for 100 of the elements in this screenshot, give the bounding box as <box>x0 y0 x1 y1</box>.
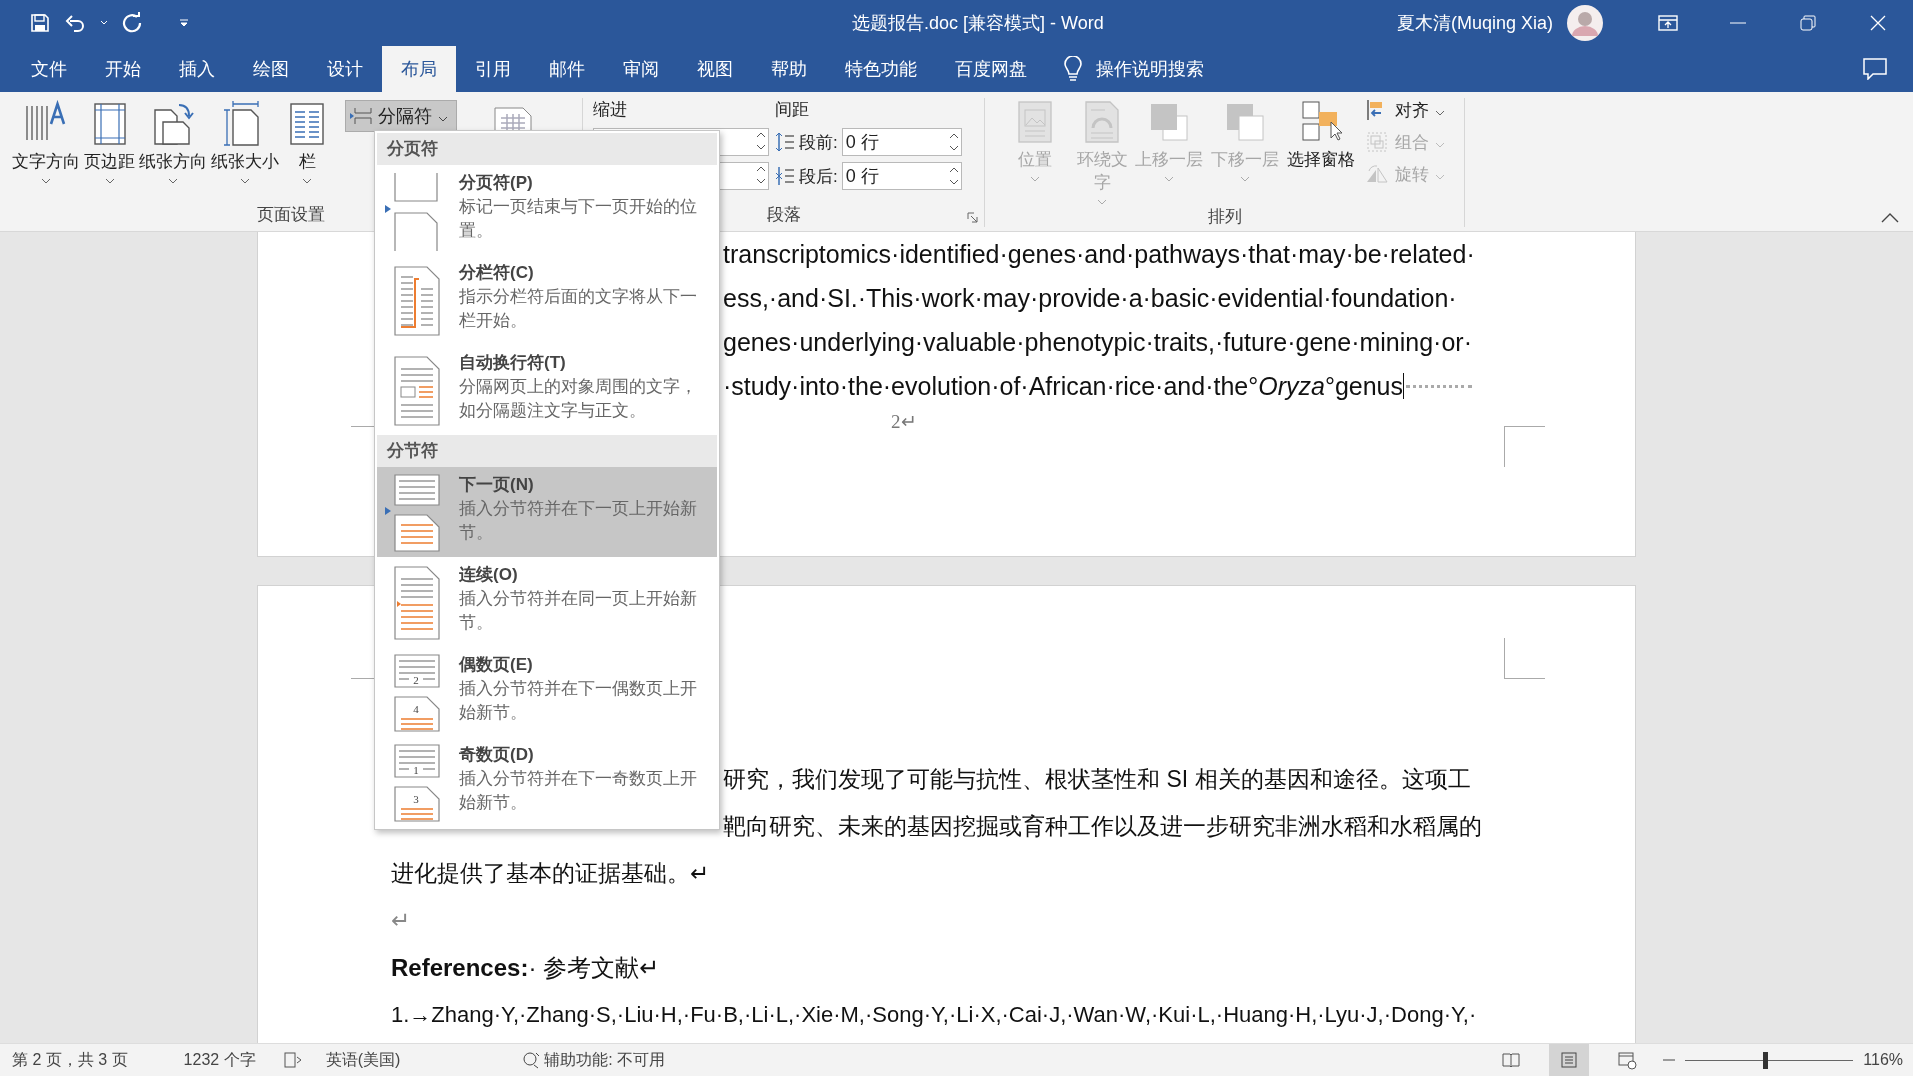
menu-item-description: 分隔网页上的对象周围的文字，如分隔题注文字与正文。 <box>459 376 697 422</box>
chevron-icon <box>1435 109 1445 116</box>
chevron-icon <box>1097 199 1107 205</box>
ribbon-button[interactable]: 文字方向 <box>10 100 82 184</box>
ribbon-tab[interactable]: 设计 <box>308 46 382 92</box>
ribbon-display-icon[interactable] <box>1658 15 1678 31</box>
menu-item[interactable]: 连续(O) 插入分节符并在同一页上开始新节。 <box>377 557 717 647</box>
spacing-field[interactable]: 0 行 <box>841 162 962 190</box>
redo-icon[interactable] <box>122 12 144 34</box>
menu-item-title: 分栏符(C) <box>459 262 534 284</box>
dialog-launcher-icon[interactable] <box>967 212 978 223</box>
ribbon-tab[interactable]: 文件 <box>12 46 86 92</box>
text-line: genes·underlying·valuable·phenotypic·traits,·future·gene·mining·or· <box>723 327 1472 358</box>
spacing-label: 间距 <box>775 99 810 121</box>
ribbon-tab[interactable]: 百度网盘 <box>936 46 1046 92</box>
read-view-icon <box>1501 1050 1522 1070</box>
ribbon-tab[interactable]: 开始 <box>86 46 160 92</box>
ribbon-button[interactable]: 纸张方向 <box>137 100 209 184</box>
text-line: ess,·and·SI.·This·work·may·provide·a·basic·evidential·foundation· <box>723 283 1457 314</box>
menu-item[interactable]: 下一页(N) 插入分节符并在下一页上开始新节。 <box>377 467 717 557</box>
save-icon[interactable] <box>30 13 50 33</box>
close-icon[interactable] <box>1870 15 1886 31</box>
ribbon-tab[interactable]: 视图 <box>678 46 752 92</box>
menu-section-heading: 分页符 <box>377 133 717 165</box>
menu-item[interactable]: 2 4 偶数页(E) 插入分节符并在下一偶数页上开始新节。 <box>377 647 717 737</box>
ribbon-tab[interactable]: 绘图 <box>234 46 308 92</box>
print-view-icon <box>1559 1050 1580 1070</box>
text-line: ·study·into·the·evolution·of·African·rice·and·the°Oryza°genus <box>723 371 1404 402</box>
reference-entry: 1.→Zhang·Y,·Zhang·S,·Liu·H,·Fu·B,·Li·L,·Xie·M,·Song·Y,·Li·X,·Cai·J,·Wan·W,·Kui·L,·Huang·H,·Lyu·J,·Dong·Y,· <box>391 1001 1477 1029</box>
ribbon-button[interactable]: 纸张大小 <box>209 100 281 184</box>
ribbon-tab[interactable]: 审阅 <box>604 46 678 92</box>
menu-item-title: 偶数页(E) <box>459 654 533 676</box>
rotate-icon <box>1365 162 1389 186</box>
ribbon-tab[interactable]: 引用 <box>456 46 530 92</box>
chevron-icon <box>1240 176 1250 182</box>
text-line: 研究，我们发现了可能与抗性、根状茎性和 SI 相关的基因和途径。这项工 <box>723 765 1471 794</box>
lightbulb-icon[interactable] <box>1064 56 1082 82</box>
chevron-icon <box>302 178 312 184</box>
menu-item[interactable]: 1 3 奇数页(D) 插入分节符并在下一奇数页上开始新节。 <box>377 737 717 827</box>
chevron-icon <box>1030 176 1040 182</box>
menu-item-description: 插入分节符并在下一页上开始新节。 <box>459 498 697 544</box>
proofing-icon[interactable] <box>283 1052 302 1068</box>
restore-icon[interactable] <box>1800 15 1816 31</box>
spacing-field[interactable]: 0 行 <box>841 128 962 156</box>
ribbon-button[interactable]: 栏 <box>281 100 333 184</box>
avatar-icon[interactable] <box>1567 5 1603 41</box>
user-name[interactable]: 夏木清(Muqing Xia) <box>1396 11 1553 35</box>
zoom-level[interactable]: 116% <box>1863 1051 1903 1069</box>
comment-icon[interactable] <box>1863 58 1887 80</box>
group-icon <box>1365 130 1389 154</box>
ribbon-tab[interactable]: 插入 <box>160 46 234 92</box>
text-line: transcriptomics·identified·genes·and·pathways·that·may·be·related· <box>723 239 1475 270</box>
language[interactable]: 英语(美国) <box>325 1049 401 1071</box>
menu-section-heading: 分节符 <box>377 435 717 467</box>
customize-icon[interactable] <box>178 18 190 28</box>
paragraph-mark: ↵ <box>391 906 411 935</box>
chevron-icon <box>438 115 448 122</box>
menu-item-title: 奇数页(D) <box>459 744 534 766</box>
text-line: 进化提供了基本的证据基础。↵ <box>391 859 710 888</box>
menu-item-description: 指示分栏符后面的文字将从下一栏开始。 <box>459 286 697 332</box>
ribbon-button[interactable]: 页边距 <box>82 100 137 184</box>
accessibility-status[interactable]: 辅助功能: 不可用 <box>544 1049 666 1071</box>
page-count[interactable]: 第 2 页，共 3 页 <box>12 1049 128 1071</box>
spacing-field-label: 段前: <box>799 131 838 154</box>
breaks-button[interactable]: 分隔符 <box>345 100 457 132</box>
space-before-icon <box>775 131 795 153</box>
dropdown-icon[interactable] <box>100 20 108 26</box>
chevron-icon <box>104 178 115 184</box>
chevron-icon <box>41 178 51 184</box>
menu-item[interactable]: 分栏符(C) 指示分栏符后面的文字将从下一栏开始。 <box>377 255 717 345</box>
ribbon-tab[interactable]: 特色功能 <box>826 46 936 92</box>
menu-item[interactable]: 自动换行符(T) 分隔网页上的对象周围的文字，如分隔题注文字与正文。 <box>377 345 717 435</box>
page-break-icon <box>350 107 372 125</box>
tell-me-search[interactable]: 操作说明搜索 <box>1096 57 1204 81</box>
window-title: 选题报告.doc [兼容模式] - Word <box>851 12 1105 35</box>
group-label: 段落 <box>766 205 801 224</box>
ribbon-tab[interactable]: 布局 <box>382 46 456 92</box>
chevron-icon <box>1435 173 1445 180</box>
next-page-break-icon <box>383 473 443 553</box>
web-view-icon <box>1617 1050 1638 1070</box>
ribbon-tab[interactable]: 邮件 <box>530 46 604 92</box>
chevron-icon <box>1164 176 1174 182</box>
references-heading: References:· 参考文献↵ <box>391 953 660 983</box>
menu-item-description: 插入分节符并在下一奇数页上开始新节。 <box>459 768 697 814</box>
ribbon-button[interactable]: 对齐 <box>1365 98 1445 122</box>
crop-mark <box>1504 638 1545 679</box>
crop-mark <box>1504 426 1545 467</box>
menu-item-description: 标记一页结束与下一页开始的位置。 <box>459 196 697 242</box>
menu-item-title: 连续(O) <box>459 564 518 586</box>
menu-item-description: 插入分节符并在同一页上开始新节。 <box>459 588 697 634</box>
spacing-field-label: 段后: <box>799 165 838 188</box>
menu-item[interactable]: 分页符(P) 标记一页结束与下一页开始的位置。 <box>377 165 717 255</box>
zoom-thumb[interactable] <box>1762 1051 1768 1069</box>
chevron-icon <box>1435 141 1445 148</box>
ribbon-button[interactable]: 选择窗格 <box>1283 98 1359 171</box>
collapse-ribbon-icon[interactable] <box>1881 213 1899 223</box>
word-count[interactable]: 1232 个字 <box>183 1049 256 1071</box>
view-button[interactable] <box>1549 1043 1590 1076</box>
undo-icon[interactable] <box>64 13 86 33</box>
ribbon-tab[interactable]: 帮助 <box>752 46 826 92</box>
